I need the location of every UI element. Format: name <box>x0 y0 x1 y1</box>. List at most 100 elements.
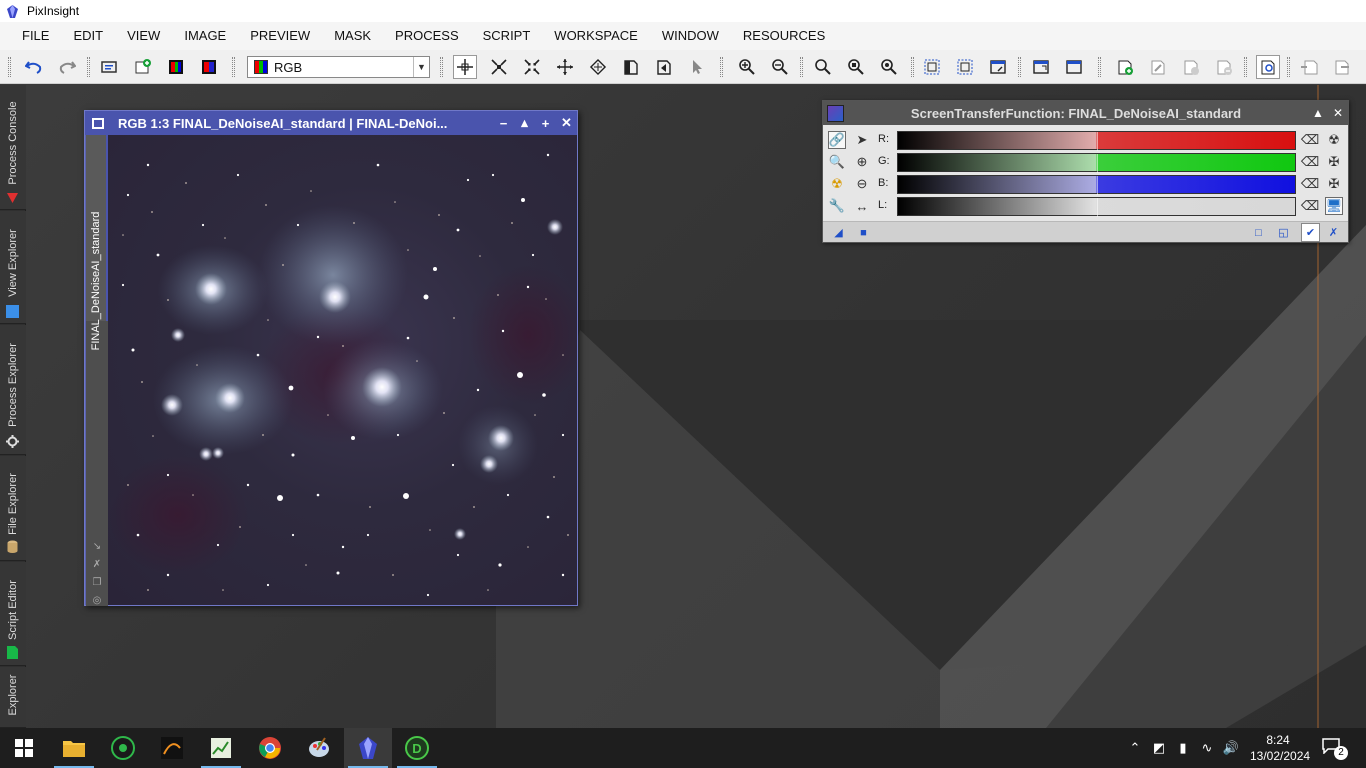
taskbar-app-sharpcap[interactable] <box>148 728 196 768</box>
zoom-optimal-button[interactable] <box>877 55 901 79</box>
reset-r-icon[interactable]: ⌫ <box>1301 131 1319 149</box>
show-hidden-icons-icon[interactable]: ⌃ <box>1124 728 1146 768</box>
tab-view-explorer[interactable]: View Explorer <box>0 211 26 324</box>
midtones-marker[interactable] <box>1096 132 1098 151</box>
channel-extraction-button[interactable] <box>197 55 221 79</box>
minimize-button[interactable]: − <box>493 116 514 131</box>
wrench-icon[interactable]: 🔧 <box>828 197 846 215</box>
webcam-icon[interactable]: ◩ <box>1148 728 1170 768</box>
close-icon[interactable]: ✕ <box>1328 106 1348 120</box>
taskbar-app-green[interactable] <box>99 728 147 768</box>
taskbar-app-chart[interactable] <box>197 728 245 768</box>
image-window-titlebar[interactable]: RGB 1:3 FINAL_DeNoiseAI_standard | FINAL… <box>85 111 577 135</box>
volume-icon[interactable]: 🔊 <box>1220 728 1242 768</box>
menu-view[interactable]: VIEW <box>115 22 172 50</box>
center-mode-button[interactable] <box>586 55 610 79</box>
midtones-marker[interactable] <box>1096 154 1098 173</box>
readout-mode-button[interactable] <box>453 55 477 79</box>
apply-check-icon[interactable]: ✔ <box>1301 223 1320 242</box>
zoom-1-1-button[interactable] <box>811 55 835 79</box>
menu-workspace[interactable]: WORKSPACE <box>542 22 650 50</box>
auto-stretch-icon[interactable]: ☢ <box>828 175 846 193</box>
monitor-icon[interactable]: 🖥 <box>1325 197 1343 215</box>
channel-g-slider[interactable] <box>897 153 1296 173</box>
menu-script[interactable]: SCRIPT <box>471 22 543 50</box>
preview-explorer-button[interactable] <box>1256 55 1280 79</box>
notification-center[interactable]: 2 <box>1322 738 1348 760</box>
wifi-icon[interactable]: ∿ <box>1196 728 1218 768</box>
zoom-out-icon[interactable]: ⊖ <box>853 175 871 193</box>
image-window[interactable]: RGB 1:3 FINAL_DeNoiseAI_standard | FINAL… <box>84 110 578 606</box>
pan-mode-button[interactable] <box>553 55 577 79</box>
shrink-icon[interactable]: ↘ <box>91 541 103 553</box>
channel-r-slider[interactable] <box>897 131 1296 151</box>
reset-g-icon[interactable]: ⌫ <box>1301 153 1319 171</box>
close-button[interactable]: ✕ <box>556 115 577 131</box>
rgb-channels-button[interactable] <box>164 55 188 79</box>
new-instance-icon[interactable]: ◢ <box>831 225 846 240</box>
taskbar-file-explorer[interactable] <box>50 728 98 768</box>
menu-file[interactable]: FILE <box>10 22 61 50</box>
menu-window[interactable]: WINDOW <box>650 22 731 50</box>
tab-script-editor[interactable]: Script Editor <box>0 562 26 666</box>
apply-global-icon[interactable]: ■ <box>856 225 871 240</box>
reset-l-icon[interactable]: ⌫ <box>1301 197 1319 215</box>
menu-mask[interactable]: MASK <box>322 22 383 50</box>
taskbar-paint[interactable] <box>295 728 343 768</box>
stf-titlebar[interactable]: ScreenTransferFunction: FINAL_DeNoiseAI_… <box>823 101 1348 125</box>
restore-preview-button[interactable] <box>1330 55 1354 79</box>
menu-process[interactable]: PROCESS <box>383 22 471 50</box>
extend-view-button[interactable] <box>986 55 1010 79</box>
link-channels-icon[interactable]: 🔗 <box>828 131 846 149</box>
channel-l-slider[interactable] <box>897 197 1296 217</box>
preview-icon[interactable]: □ <box>1251 225 1266 240</box>
shade-icon[interactable]: ▲ <box>1308 106 1328 120</box>
image-canvas[interactable] <box>108 135 577 605</box>
real-time-icon[interactable]: ◱ <box>1276 225 1291 240</box>
tab-process-explorer[interactable]: Process Explorer <box>0 325 26 455</box>
menu-image[interactable]: IMAGE <box>172 22 238 50</box>
taskbar-denoise[interactable]: D <box>393 728 441 768</box>
zoom-in-plus-icon[interactable]: ⊕ <box>853 153 871 171</box>
preview-tool-button[interactable] <box>652 55 676 79</box>
maximize-view-button[interactable] <box>1062 55 1086 79</box>
redo-button[interactable] <box>55 55 79 79</box>
edit-mode-icon[interactable]: ➤ <box>853 131 871 149</box>
new-preview-button[interactable] <box>1113 55 1137 79</box>
duplicate-preview-button[interactable] <box>1179 55 1203 79</box>
stf-panel[interactable]: ScreenTransferFunction: FINAL_DeNoiseAI_… <box>822 100 1349 243</box>
expand-range-icon[interactable]: ↔ <box>853 197 871 215</box>
maximize-button[interactable]: + <box>535 116 556 131</box>
image-properties-button[interactable] <box>98 55 122 79</box>
store-preview-button[interactable] <box>1297 55 1321 79</box>
track-view-icon[interactable]: ✠ <box>1325 175 1343 193</box>
zoom-mode-button[interactable] <box>487 55 511 79</box>
channel-b-slider[interactable] <box>897 175 1296 195</box>
fit-icon[interactable]: ✗ <box>91 559 103 571</box>
chevron-down-icon[interactable]: ▼ <box>413 57 429 77</box>
clone-icon[interactable]: ❐ <box>91 577 103 589</box>
menu-edit[interactable]: EDIT <box>61 22 115 50</box>
select-arrow-button[interactable] <box>685 55 709 79</box>
tab-explorer[interactable]: Explorer <box>0 667 26 728</box>
menu-preview[interactable]: PREVIEW <box>238 22 322 50</box>
battery-icon[interactable]: ▮ <box>1172 728 1194 768</box>
view-window-button[interactable] <box>1029 55 1053 79</box>
zoom-in-icon[interactable]: 🔍 <box>828 153 846 171</box>
zoom-fit-button[interactable] <box>844 55 868 79</box>
clock[interactable]: 8:24 13/02/2024 <box>1250 732 1310 764</box>
tab-file-explorer[interactable]: File Explorer <box>0 456 26 561</box>
shade-button[interactable]: ▴ <box>514 115 535 131</box>
midtones-marker[interactable] <box>1096 198 1098 217</box>
reset-icon[interactable]: ✗ <box>1326 225 1341 240</box>
zoom-in-button[interactable] <box>735 55 759 79</box>
edit-preview-button[interactable] <box>1146 55 1170 79</box>
zoom-to-fit-button[interactable] <box>953 55 977 79</box>
taskbar-pixinsight[interactable] <box>344 728 392 768</box>
midtones-marker[interactable] <box>1096 176 1098 195</box>
undo-button[interactable] <box>22 55 46 79</box>
delete-preview-button[interactable] <box>1212 55 1236 79</box>
auto-stretch-boost-icon[interactable]: ☢ <box>1325 131 1343 149</box>
crosshair-icon[interactable]: ✠ <box>1325 153 1343 171</box>
contract-mode-button[interactable] <box>520 55 544 79</box>
